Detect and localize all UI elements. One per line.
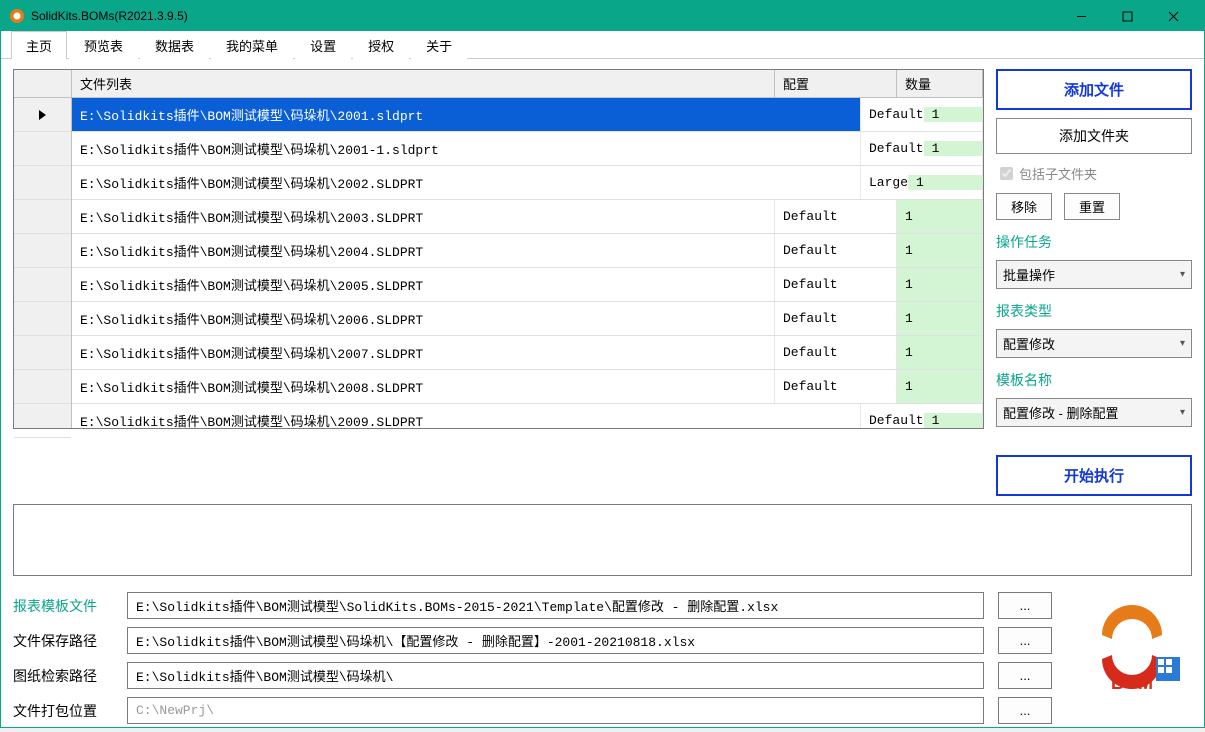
cell-file: E:\Solidkits插件\BOM测试模型\码垛机\2007.SLDPRT <box>72 336 775 369</box>
cell-file: E:\Solidkits插件\BOM测试模型\码垛机\2001-1.sldprt <box>72 132 861 165</box>
cell-qty: 1 <box>897 302 983 335</box>
log-output <box>13 504 1192 576</box>
task-label: 操作任务 <box>996 228 1192 252</box>
cell-file: E:\Solidkits插件\BOM测试模型\码垛机\2003.SLDPRT <box>72 200 775 233</box>
table-row[interactable]: E:\Solidkits插件\BOM测试模型\码垛机\2009.SLDPRTDe… <box>72 404 983 428</box>
table-row[interactable]: E:\Solidkits插件\BOM测试模型\码垛机\2001-1.sldprt… <box>72 132 983 166</box>
add-file-button[interactable]: 添加文件 <box>996 69 1192 110</box>
tab-2[interactable]: 数据表 <box>140 31 209 59</box>
tab-6[interactable]: 关于 <box>411 31 467 59</box>
template-path-input[interactable] <box>127 592 984 619</box>
table-row[interactable]: E:\Solidkits插件\BOM测试模型\码垛机\2004.SLDPRTDe… <box>72 234 983 268</box>
cell-qty: 1 <box>924 413 983 428</box>
add-folder-button[interactable]: 添加文件夹 <box>996 118 1192 154</box>
report-type-label: 报表类型 <box>996 297 1192 321</box>
drawing-path-label: 图纸检索路径 <box>13 666 113 686</box>
app-icon <box>9 8 25 24</box>
reset-button[interactable]: 重置 <box>1064 193 1120 220</box>
col-header-config[interactable]: 配置 <box>775 70 897 97</box>
cell-file: E:\Solidkits插件\BOM测试模型\码垛机\2001.sldprt <box>72 98 861 131</box>
app-logo: BOM <box>1072 592 1192 702</box>
cell-qty: 1 <box>897 234 983 267</box>
row-header[interactable] <box>14 234 71 268</box>
minimize-button[interactable] <box>1058 1 1104 31</box>
save-browse-button[interactable]: ... <box>998 627 1052 654</box>
cell-file: E:\Solidkits插件\BOM测试模型\码垛机\2002.SLDPRT <box>72 166 861 199</box>
pack-path-label: 文件打包位置 <box>13 701 113 721</box>
row-header[interactable] <box>14 166 71 200</box>
cell-file: E:\Solidkits插件\BOM测试模型\码垛机\2005.SLDPRT <box>72 268 775 301</box>
table-row[interactable]: E:\Solidkits插件\BOM测试模型\码垛机\2005.SLDPRTDe… <box>72 268 983 302</box>
tab-3[interactable]: 我的菜单 <box>211 31 293 59</box>
cell-file: E:\Solidkits插件\BOM测试模型\码垛机\2006.SLDPRT <box>72 302 775 335</box>
table-row[interactable]: E:\Solidkits插件\BOM测试模型\码垛机\2008.SLDPRTDe… <box>72 370 983 404</box>
row-header[interactable] <box>14 404 71 438</box>
task-select[interactable]: 批量操作▾ <box>996 260 1192 289</box>
row-header[interactable] <box>14 268 71 302</box>
cell-config: Default <box>775 302 897 335</box>
save-path-input[interactable] <box>127 627 984 654</box>
table-row[interactable]: E:\Solidkits插件\BOM测试模型\码垛机\2007.SLDPRTDe… <box>72 336 983 370</box>
row-header[interactable] <box>14 370 71 404</box>
table-row[interactable]: E:\Solidkits插件\BOM测试模型\码垛机\2002.SLDPRTLa… <box>72 166 983 200</box>
tab-5[interactable]: 授权 <box>353 31 409 59</box>
template-browse-button[interactable]: ... <box>998 592 1052 619</box>
cell-qty: 1 <box>897 370 983 403</box>
col-header-qty[interactable]: 数量 <box>897 70 983 97</box>
chevron-down-icon: ▾ <box>1180 338 1185 349</box>
cell-qty: 1 <box>908 175 983 190</box>
col-header-file[interactable]: 文件列表 <box>72 70 775 97</box>
close-button[interactable] <box>1150 1 1196 31</box>
cell-qty: 1 <box>897 200 983 233</box>
template-select[interactable]: 配置修改 - 删除配置▾ <box>996 398 1192 427</box>
template-path-label: 报表模板文件 <box>13 596 113 616</box>
report-type-select[interactable]: 配置修改▾ <box>996 329 1192 358</box>
cell-config: Default <box>775 234 897 267</box>
cell-qty: 1 <box>924 141 983 156</box>
file-grid[interactable]: 文件列表 配置 数量 E:\Solidkits插件\BOM测试模型\码垛机\20… <box>13 69 984 429</box>
drawing-path-input[interactable] <box>127 662 984 689</box>
pack-path-input <box>127 697 984 724</box>
chevron-down-icon: ▾ <box>1180 269 1185 280</box>
cell-config: Default <box>775 370 897 403</box>
row-header[interactable] <box>14 132 71 166</box>
cell-config: Default <box>775 200 897 233</box>
tab-0[interactable]: 主页 <box>11 31 67 59</box>
cell-config: Default1 <box>861 132 983 165</box>
row-header[interactable] <box>14 200 71 234</box>
chevron-down-icon: ▾ <box>1180 407 1185 418</box>
row-header[interactable] <box>14 302 71 336</box>
pack-browse-button[interactable]: ... <box>998 697 1052 724</box>
table-row[interactable]: E:\Solidkits插件\BOM测试模型\码垛机\2006.SLDPRTDe… <box>72 302 983 336</box>
cell-file: E:\Solidkits插件\BOM测试模型\码垛机\2009.SLDPRT <box>72 404 861 428</box>
template-label: 模板名称 <box>996 366 1192 390</box>
cell-qty: 1 <box>897 336 983 369</box>
window-title: SolidKits.BOMs(R2021.3.9.5) <box>31 9 1058 23</box>
tab-1[interactable]: 预览表 <box>69 31 138 59</box>
cell-file: E:\Solidkits插件\BOM测试模型\码垛机\2008.SLDPRT <box>72 370 775 403</box>
cell-config: Default1 <box>861 404 983 428</box>
titlebar[interactable]: SolidKits.BOMs(R2021.3.9.5) <box>1 1 1204 31</box>
tab-4[interactable]: 设置 <box>295 31 351 59</box>
tab-bar: 主页预览表数据表我的菜单设置授权关于 <box>1 31 1204 59</box>
cell-config: Default <box>775 268 897 301</box>
execute-button[interactable]: 开始执行 <box>996 455 1192 496</box>
cell-config: Large1 <box>861 166 983 199</box>
table-row[interactable]: E:\Solidkits插件\BOM测试模型\码垛机\2001.sldprtDe… <box>72 98 983 132</box>
cell-config: Default1 <box>861 98 983 131</box>
include-sub-check[interactable] <box>1000 167 1013 180</box>
svg-text:BOM: BOM <box>1111 673 1153 693</box>
cell-qty: 1 <box>897 268 983 301</box>
remove-button[interactable]: 移除 <box>996 193 1052 220</box>
save-path-label: 文件保存路径 <box>13 631 113 651</box>
row-header[interactable] <box>14 98 71 132</box>
cell-file: E:\Solidkits插件\BOM测试模型\码垛机\2004.SLDPRT <box>72 234 775 267</box>
maximize-button[interactable] <box>1104 1 1150 31</box>
cell-config: Default <box>775 336 897 369</box>
row-header[interactable] <box>14 336 71 370</box>
drawing-browse-button[interactable]: ... <box>998 662 1052 689</box>
table-row[interactable]: E:\Solidkits插件\BOM测试模型\码垛机\2003.SLDPRTDe… <box>72 200 983 234</box>
cell-qty: 1 <box>924 107 983 122</box>
include-subfolder-checkbox[interactable]: 包括子文件夹 <box>996 162 1192 185</box>
